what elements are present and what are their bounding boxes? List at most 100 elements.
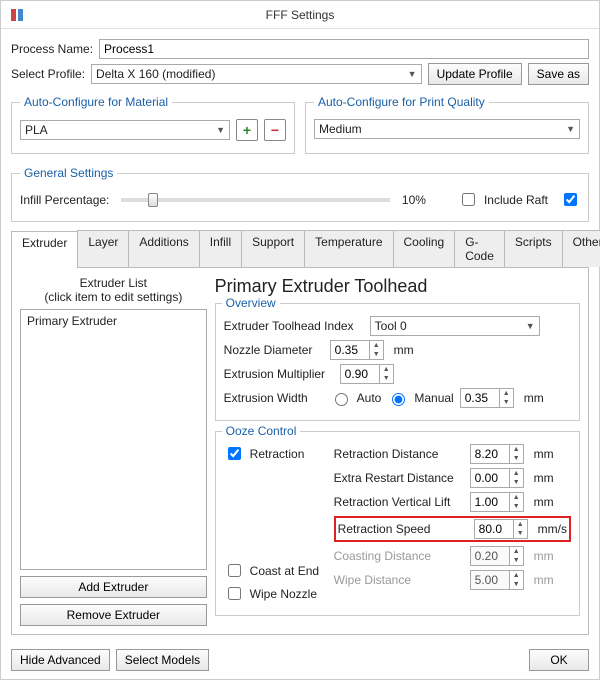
extra-checkbox[interactable]: [564, 193, 577, 206]
select-models-button[interactable]: Select Models: [116, 649, 209, 671]
extrusion-multiplier-label: Extrusion Multiplier: [224, 367, 334, 381]
chevron-down-icon: ▼: [216, 125, 225, 135]
autoconfig-quality-group: Auto-Configure for Print Quality Medium …: [305, 95, 589, 154]
rs-unit: mm/s: [538, 522, 567, 536]
extrusion-width-input[interactable]: ▲▼: [460, 388, 514, 408]
chevron-down-icon: ▼: [566, 124, 575, 134]
general-settings-group: General Settings Infill Percentage: 10% …: [11, 166, 589, 222]
width-auto-label: Auto: [357, 391, 382, 405]
infill-label: Infill Percentage:: [20, 193, 109, 207]
footer: Hide Advanced Select Models OK: [11, 649, 589, 671]
nozzle-diameter-label: Nozzle Diameter: [224, 343, 324, 357]
material-select[interactable]: PLA ▼: [20, 120, 230, 140]
tab-extruder[interactable]: Extruder: [11, 231, 78, 268]
tab-temperature[interactable]: Temperature: [304, 230, 393, 267]
width-manual-radio[interactable]: [392, 393, 405, 406]
retraction-speed-row: Retraction Speed ▲▼ mm/s: [334, 516, 571, 542]
overview-title: Overview: [222, 296, 280, 310]
infill-value: 10%: [402, 193, 426, 207]
tab-body: Extruder List (click item to edit settin…: [11, 268, 589, 635]
wipe-checkbox[interactable]: [228, 587, 241, 600]
extruder-settings-panel: Primary Extruder Toolhead Overview Extru…: [215, 276, 580, 626]
tab-infill[interactable]: Infill: [199, 230, 242, 267]
coasting-distance-label: Coasting Distance: [334, 549, 464, 563]
update-profile-button[interactable]: Update Profile: [428, 63, 522, 85]
tab-gcode[interactable]: G-Code: [454, 230, 505, 267]
nozzle-diameter-input[interactable]: ▲▼: [330, 340, 384, 360]
remove-material-button[interactable]: −: [264, 119, 286, 141]
tab-other[interactable]: Other: [562, 230, 600, 267]
width-manual-label: Manual: [414, 391, 453, 405]
autoconfig-material-group: Auto-Configure for Material PLA ▼ + −: [11, 95, 295, 154]
autoconfig-material-legend: Auto-Configure for Material: [20, 95, 172, 109]
profile-label: Select Profile:: [11, 67, 85, 81]
process-name-label: Process Name:: [11, 42, 93, 56]
list-item[interactable]: Primary Extruder: [23, 312, 204, 330]
ooze-control-group: Ooze Control Retraction Coast at End Wip…: [215, 431, 580, 616]
extra-restart-input[interactable]: ▲▼: [470, 468, 524, 488]
coasting-distance-input: ▲▼: [470, 546, 524, 566]
save-as-button[interactable]: Save as: [528, 63, 589, 85]
quality-value: Medium: [319, 122, 362, 136]
retraction-label: Retraction: [250, 447, 305, 461]
wipe-label: Wipe Nozzle: [250, 587, 317, 601]
coast-label: Coast at End: [250, 564, 319, 578]
slider-thumb[interactable]: [148, 193, 158, 207]
extrusion-width-unit: mm: [524, 391, 544, 405]
extrusion-width-label: Extrusion Width: [224, 391, 324, 405]
remove-extruder-button[interactable]: Remove Extruder: [20, 604, 207, 626]
window-title: FFF Settings: [266, 8, 335, 22]
autoconfig-quality-legend: Auto-Configure for Print Quality: [314, 95, 489, 109]
toolhead-index-select[interactable]: Tool 0 ▼: [370, 316, 540, 336]
fff-settings-window: FFF Settings Process Name: Select Profil…: [0, 0, 600, 680]
extruder-list-title: Extruder List: [20, 276, 207, 290]
nozzle-diameter-unit: mm: [394, 343, 414, 357]
quality-select[interactable]: Medium ▼: [314, 119, 580, 139]
tab-layer[interactable]: Layer: [77, 230, 129, 267]
erd-unit: mm: [534, 471, 554, 485]
retraction-speed-label: Retraction Speed: [338, 522, 468, 536]
general-settings-legend: General Settings: [20, 166, 117, 180]
retraction-vlift-input[interactable]: ▲▼: [470, 492, 524, 512]
infill-slider[interactable]: [121, 198, 390, 202]
toolhead-index-label: Extruder Toolhead Index: [224, 319, 364, 333]
extruder-listbox[interactable]: Primary Extruder: [20, 309, 207, 570]
wipe-distance-label: Wipe Distance: [334, 573, 464, 587]
titlebar: FFF Settings: [1, 1, 599, 29]
retraction-checkbox[interactable]: [228, 447, 241, 460]
app-icon: [9, 7, 25, 23]
retraction-vlift-label: Retraction Vertical Lift: [334, 495, 464, 509]
include-raft-label: Include Raft: [484, 193, 548, 207]
tab-support[interactable]: Support: [241, 230, 305, 267]
retraction-speed-input[interactable]: ▲▼: [474, 519, 528, 539]
add-material-button[interactable]: +: [236, 119, 258, 141]
include-raft-checkbox[interactable]: [462, 193, 475, 206]
tabs: Extruder Layer Additions Infill Support …: [11, 230, 589, 268]
width-auto-radio[interactable]: [335, 393, 348, 406]
tab-additions[interactable]: Additions: [128, 230, 199, 267]
hide-advanced-button[interactable]: Hide Advanced: [11, 649, 110, 671]
extruder-list-header: Extruder List (click item to edit settin…: [20, 276, 207, 305]
profile-value: Delta X 160 (modified): [96, 67, 215, 81]
extrusion-multiplier-input[interactable]: ▲▼: [340, 364, 394, 384]
material-value: PLA: [25, 123, 48, 137]
chevron-down-icon: ▼: [408, 69, 417, 79]
add-extruder-button[interactable]: Add Extruder: [20, 576, 207, 598]
rd-unit: mm: [534, 447, 554, 461]
retraction-distance-label: Retraction Distance: [334, 447, 464, 461]
panel-title: Primary Extruder Toolhead: [215, 276, 580, 297]
ok-button[interactable]: OK: [529, 649, 589, 671]
tab-cooling[interactable]: Cooling: [393, 230, 456, 267]
coast-checkbox[interactable]: [228, 564, 241, 577]
extruder-list-panel: Extruder List (click item to edit settin…: [20, 276, 207, 626]
profile-select[interactable]: Delta X 160 (modified) ▼: [91, 64, 422, 84]
overview-group: Overview Extruder Toolhead Index Tool 0 …: [215, 303, 580, 421]
tab-scripts[interactable]: Scripts: [504, 230, 563, 267]
retraction-distance-input[interactable]: ▲▼: [470, 444, 524, 464]
process-name-input[interactable]: [99, 39, 589, 59]
cd-unit: mm: [534, 549, 554, 563]
wipe-distance-input: ▲▼: [470, 570, 524, 590]
extruder-list-sub: (click item to edit settings): [20, 290, 207, 304]
extra-restart-label: Extra Restart Distance: [334, 471, 464, 485]
rvl-unit: mm: [534, 495, 554, 509]
